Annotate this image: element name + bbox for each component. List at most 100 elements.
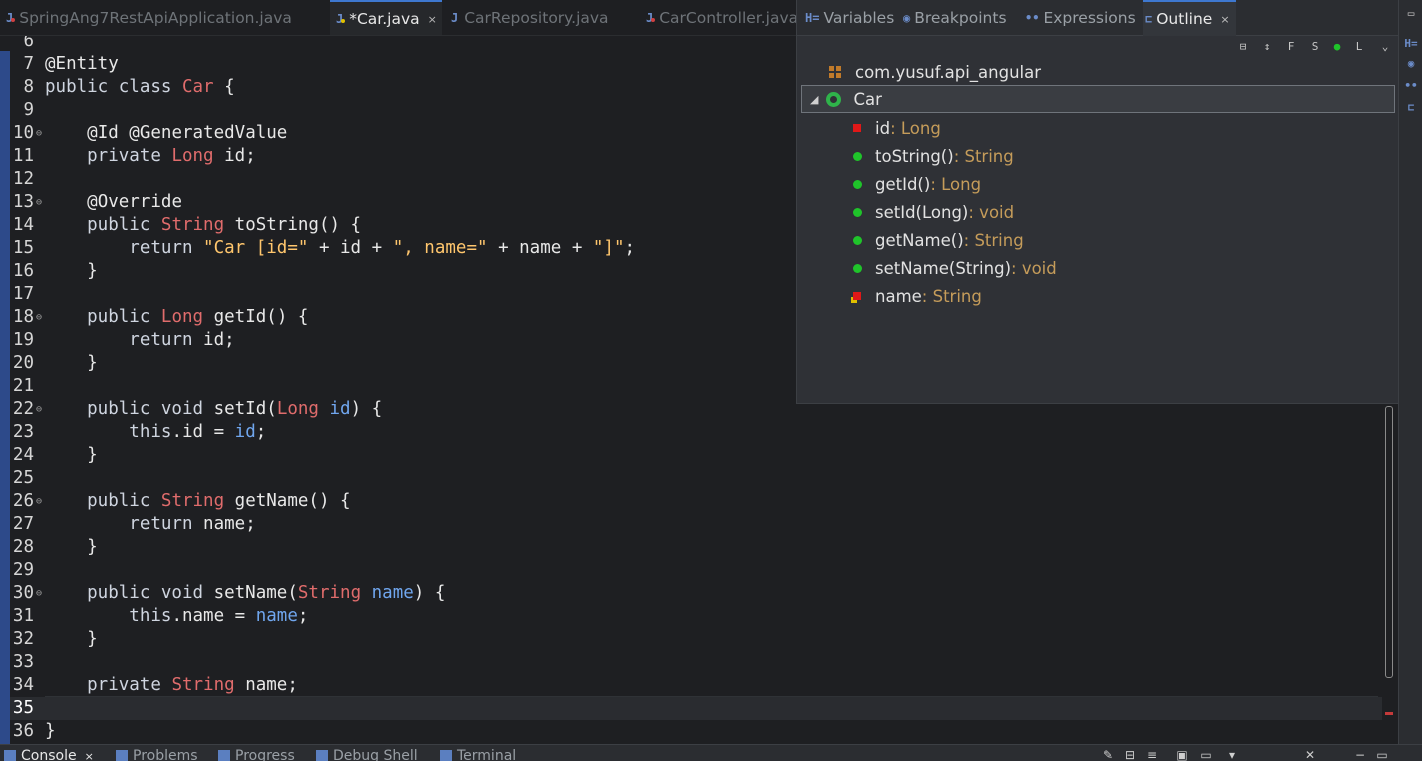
code-text[interactable]: @Id @GeneratedValue [45, 122, 287, 145]
code-text[interactable]: public String getName() { [45, 490, 350, 513]
expressions-trim-icon[interactable]: •• [1403, 78, 1419, 94]
close-tab-icon[interactable]: × [85, 750, 94, 761]
editor-tab-2[interactable]: J CarRepository.java [445, 0, 635, 35]
expand-arrow-icon[interactable]: ◢ [810, 93, 818, 106]
bottom-tab-terminal[interactable]: Terminal [440, 748, 516, 761]
member-type: : String [963, 230, 1024, 250]
restore-icon[interactable]: ▭ [1403, 6, 1419, 22]
code-text[interactable]: public class Car { [45, 76, 235, 99]
editor-vertical-scrollbar[interactable] [1382, 404, 1396, 744]
fold-toggle-icon[interactable]: ⊖ [34, 306, 44, 329]
outline-class-car[interactable]: ◢ Car [801, 85, 1395, 113]
display-console-icon[interactable]: ▭ [1198, 748, 1214, 761]
fold-toggle-icon[interactable]: ⊖ [34, 398, 44, 421]
line-number: 28 [12, 537, 34, 557]
scroll-lock-icon[interactable]: ⊟ [1122, 748, 1138, 761]
code-line[interactable]: 23 this.id = id; [10, 421, 1390, 444]
tab-outline[interactable]: ⊏ Outline × [1143, 0, 1236, 36]
outline-member[interactable]: getName() : String [853, 226, 1024, 254]
code-line[interactable]: 35 [10, 697, 1390, 720]
code-text[interactable]: private Long id; [45, 145, 256, 168]
fold-toggle-icon[interactable]: ⊖ [34, 122, 44, 145]
outline-member[interactable]: name : String [853, 282, 982, 310]
hide-fields-icon[interactable]: F [1283, 39, 1299, 55]
fold-toggle-icon[interactable]: ⊖ [34, 490, 44, 513]
code-text[interactable]: } [45, 628, 98, 651]
code-text[interactable]: this.name = name; [45, 605, 308, 628]
tab-variables[interactable]: H= Variables [803, 0, 900, 36]
new-console-icon[interactable]: ▾ [1224, 748, 1240, 761]
bottom-tab-problems[interactable]: Problems [116, 748, 198, 761]
outline-member[interactable]: toString() : String [853, 142, 1014, 170]
code-text[interactable]: } [45, 352, 98, 375]
outline-member[interactable]: setName(String) : void [853, 254, 1057, 282]
maximize-icon[interactable]: ▭ [1374, 748, 1390, 761]
hide-local-types-icon[interactable]: L [1351, 39, 1367, 55]
outline-member[interactable]: setId(Long) : void [853, 198, 1014, 226]
variables-trim-icon[interactable]: H= [1403, 36, 1419, 52]
minimize-icon[interactable]: − [1352, 748, 1368, 761]
hide-nonpublic-icon[interactable]: ● [1329, 39, 1345, 55]
sort-icon[interactable]: ↕ [1259, 39, 1275, 55]
code-line[interactable]: 27 return name; [10, 513, 1390, 536]
editor-tab-1[interactable]: J *Car.java × [330, 0, 442, 35]
clear-console-icon[interactable]: ✎ [1100, 748, 1116, 761]
code-text[interactable]: @Override [45, 191, 182, 214]
word-wrap-icon[interactable]: ≡ [1144, 748, 1160, 761]
hide-static-icon[interactable]: S [1307, 39, 1323, 55]
code-token: "Car [id=" [203, 238, 309, 258]
code-line[interactable]: 36} [10, 720, 1390, 743]
tab-breakpoints[interactable]: ◉ Breakpoints [901, 0, 1013, 36]
bottom-tab-console[interactable]: Console × [4, 748, 94, 761]
code-text[interactable]: } [45, 444, 98, 467]
code-line[interactable]: 32 } [10, 628, 1390, 651]
code-line[interactable]: 26 ⊖ public String getName() { [10, 490, 1390, 513]
bottom-tab-progress[interactable]: Progress [218, 748, 295, 761]
code-text[interactable]: } [45, 536, 98, 559]
terminate-icon[interactable]: ✕ [1302, 748, 1318, 761]
code-text[interactable]: } [45, 260, 98, 283]
code-token: ", name=" [392, 238, 488, 258]
code-text[interactable]: @Entity [45, 53, 119, 76]
code-text[interactable]: } [45, 720, 56, 743]
code-text[interactable]: this.id = id; [45, 421, 266, 444]
outline-member[interactable]: getId() : Long [853, 170, 981, 198]
override-method-icon [853, 151, 862, 161]
code-line[interactable]: 31 this.name = name; [10, 605, 1390, 628]
editor-tab-0[interactable]: J SpringAng7RestApiApplication.java [0, 0, 328, 35]
code-line[interactable]: 25 [10, 467, 1390, 490]
member-type: : String [953, 146, 1014, 166]
collapse-all-icon[interactable]: ⊟ [1235, 39, 1251, 55]
code-text[interactable]: private String name; [45, 674, 298, 697]
editor-tab-3[interactable]: J CarController.java [640, 0, 798, 35]
scrollbar-thumb[interactable] [1385, 406, 1393, 678]
code-line[interactable]: 30 ⊖ public void setName(String name) { [10, 582, 1390, 605]
code-text[interactable]: public String toString() { [45, 214, 361, 237]
outline-trim-icon[interactable]: ⊏ [1403, 100, 1419, 116]
error-marker[interactable] [1385, 712, 1393, 715]
outline-package[interactable]: com.yusuf.api_angular [829, 58, 1041, 86]
code-text[interactable]: public void setName(String name) { [45, 582, 445, 605]
tab-label: Breakpoints [914, 9, 1007, 27]
close-tab-icon[interactable]: × [428, 13, 437, 26]
close-tab-icon[interactable]: × [1220, 13, 1229, 26]
view-menu-icon[interactable]: ⌄ [1377, 39, 1393, 55]
code-line[interactable]: 29 [10, 559, 1390, 582]
code-line[interactable]: 33 [10, 651, 1390, 674]
code-line[interactable]: 24 } [10, 444, 1390, 467]
code-text[interactable]: public Long getId() { [45, 306, 308, 329]
java-file-icon: J [451, 11, 459, 25]
pin-console-icon[interactable]: ▣ [1174, 748, 1190, 761]
bottom-tab-debug-shell[interactable]: Debug Shell [316, 748, 418, 761]
code-line[interactable]: 28 } [10, 536, 1390, 559]
tab-expressions[interactable]: •• Expressions [1023, 0, 1142, 36]
fold-toggle-icon[interactable]: ⊖ [34, 582, 44, 605]
code-text[interactable]: return id; [45, 329, 234, 352]
breakpoints-trim-icon[interactable]: ◉ [1403, 56, 1419, 72]
code-text[interactable]: return name; [45, 513, 255, 536]
outline-member[interactable]: id : Long [853, 114, 941, 142]
fold-toggle-icon[interactable]: ⊖ [34, 191, 44, 214]
code-line[interactable]: 34 private String name; [10, 674, 1390, 697]
code-text[interactable]: public void setId(Long id) { [45, 398, 382, 421]
code-text[interactable]: return "Car [id=" + id + ", name=" + nam… [45, 237, 635, 260]
